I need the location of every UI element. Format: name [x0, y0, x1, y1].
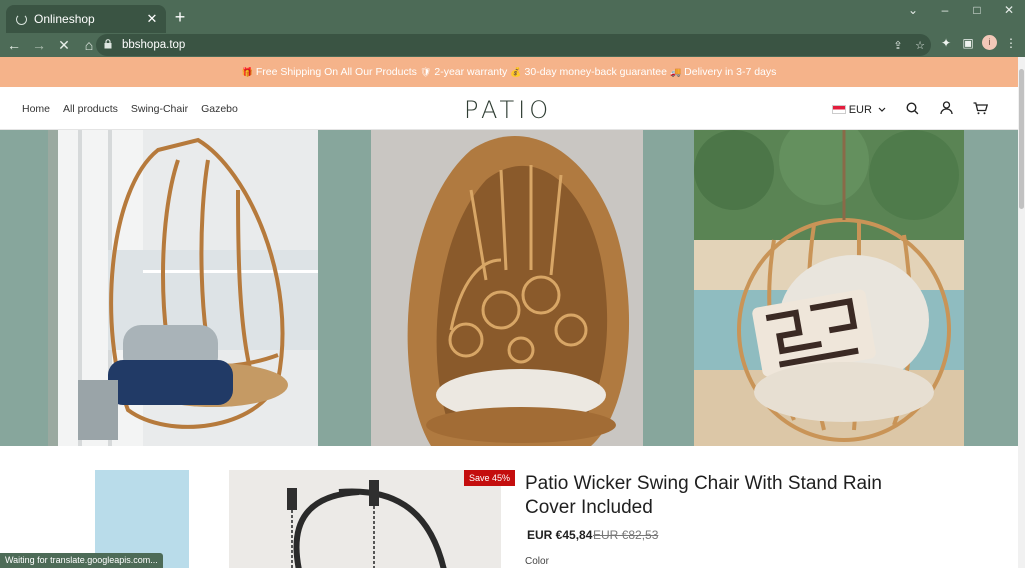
- browser-toolbar: ← → ✕ ⌂ bbshopa.top ⇪ ☆ ✦ ▣ i ⋮: [0, 33, 1025, 57]
- nav-link-swing-chair[interactable]: Swing-Chair: [131, 103, 188, 115]
- announcement-item: 30-day money-back guarantee: [524, 66, 667, 78]
- hero-banner: [0, 130, 1018, 446]
- product-title: Patio Wicker Swing Chair With Stand Rain…: [525, 473, 882, 518]
- money-icon: 💰: [510, 66, 522, 77]
- url-text: bbshopa.top: [122, 39, 186, 51]
- shield-icon: 🛡: [419, 66, 432, 77]
- truck-icon: 🚚: [669, 66, 682, 77]
- tab-title: Onlineshop: [34, 12, 95, 26]
- hero-image-swing-chair-patio: [48, 130, 318, 446]
- profile-avatar[interactable]: i: [982, 35, 997, 50]
- bookmark-star-icon[interactable]: ☆: [909, 39, 931, 52]
- stop-loading-icon[interactable]: ✕: [53, 37, 75, 54]
- product-price: EUR €45,84: [527, 528, 593, 542]
- save-badge: Save 45%: [464, 470, 516, 486]
- account-icon[interactable]: [938, 101, 954, 118]
- flag-icon: [831, 105, 846, 115]
- announcement-item: Free Shipping On All Our Products: [255, 66, 417, 78]
- nav-link-home[interactable]: Home: [22, 103, 50, 115]
- hero-image-pool-chair: [694, 130, 964, 446]
- product-compare-price: EUR €82,53: [593, 528, 659, 542]
- tab-strip: Onlineshop ✕ + ⌄ – □ ✕: [0, 0, 1025, 33]
- main-nav: Home All products Swing-Chair Gazebo: [22, 103, 238, 115]
- currency-label: EUR: [848, 103, 872, 116]
- browser-chrome: Onlineshop ✕ + ⌄ – □ ✕ ← → ✕ ⌂ bbshopa.t…: [0, 0, 1025, 57]
- announcement-item: 2-year warranty: [434, 66, 508, 78]
- product-main-image[interactable]: [229, 470, 501, 568]
- tab-close-icon[interactable]: ✕: [144, 11, 160, 27]
- chevron-down-icon: [878, 107, 886, 112]
- nav-link-gazebo[interactable]: Gazebo: [201, 103, 238, 115]
- browser-tab[interactable]: Onlineshop ✕: [6, 5, 166, 33]
- address-bar[interactable]: bbshopa.top ⇪ ☆: [96, 34, 931, 56]
- loading-spinner-icon: [16, 13, 27, 25]
- web-page: 🎁 Free Shipping On All Our Products 🛡 2-…: [0, 57, 1018, 568]
- announcement-bar: 🎁 Free Shipping On All Our Products 🛡 2-…: [0, 57, 1018, 87]
- nav-link-all-products[interactable]: All products: [63, 103, 118, 115]
- new-tab-button[interactable]: +: [172, 8, 188, 26]
- close-window-button[interactable]: ✕: [993, 0, 1025, 22]
- cart-icon[interactable]: [972, 101, 988, 118]
- header-actions: EUR: [831, 101, 988, 118]
- search-icon[interactable]: [904, 101, 920, 118]
- menu-icon[interactable]: ⋮: [1003, 36, 1019, 50]
- site-logo[interactable]: PATIO: [464, 96, 552, 124]
- side-panel-icon[interactable]: ▣: [960, 36, 976, 50]
- extensions-icon[interactable]: ✦: [938, 36, 954, 50]
- color-option-label: Color: [525, 556, 549, 567]
- back-icon[interactable]: ←: [3, 37, 25, 53]
- forward-icon[interactable]: →: [28, 37, 50, 53]
- toolbar-actions: ✦ ▣ i ⋮: [938, 35, 1019, 50]
- status-bar: Waiting for translate.googleapis.com...: [0, 553, 163, 568]
- announcement-item: Delivery in 3-7 days: [684, 66, 777, 78]
- minimize-button[interactable]: –: [929, 0, 961, 22]
- lock-icon: [104, 39, 118, 51]
- site-header: Home All products Swing-Chair Gazebo PAT…: [0, 87, 1018, 130]
- product-section: Save 45% Patio Wicker Swing Chair With S…: [0, 446, 1018, 568]
- currency-selector[interactable]: EUR: [831, 103, 886, 116]
- maximize-button[interactable]: □: [961, 0, 993, 22]
- gift-icon: 🎁: [241, 66, 253, 77]
- window-controls: ⌄ – □ ✕: [897, 0, 1025, 22]
- scrollbar-thumb[interactable]: [1019, 69, 1024, 209]
- share-icon[interactable]: ⇪: [887, 39, 909, 52]
- tab-search-button[interactable]: ⌄: [897, 0, 929, 22]
- hero-image-egg-chair: [371, 130, 643, 446]
- page-scrollbar[interactable]: [1018, 57, 1025, 568]
